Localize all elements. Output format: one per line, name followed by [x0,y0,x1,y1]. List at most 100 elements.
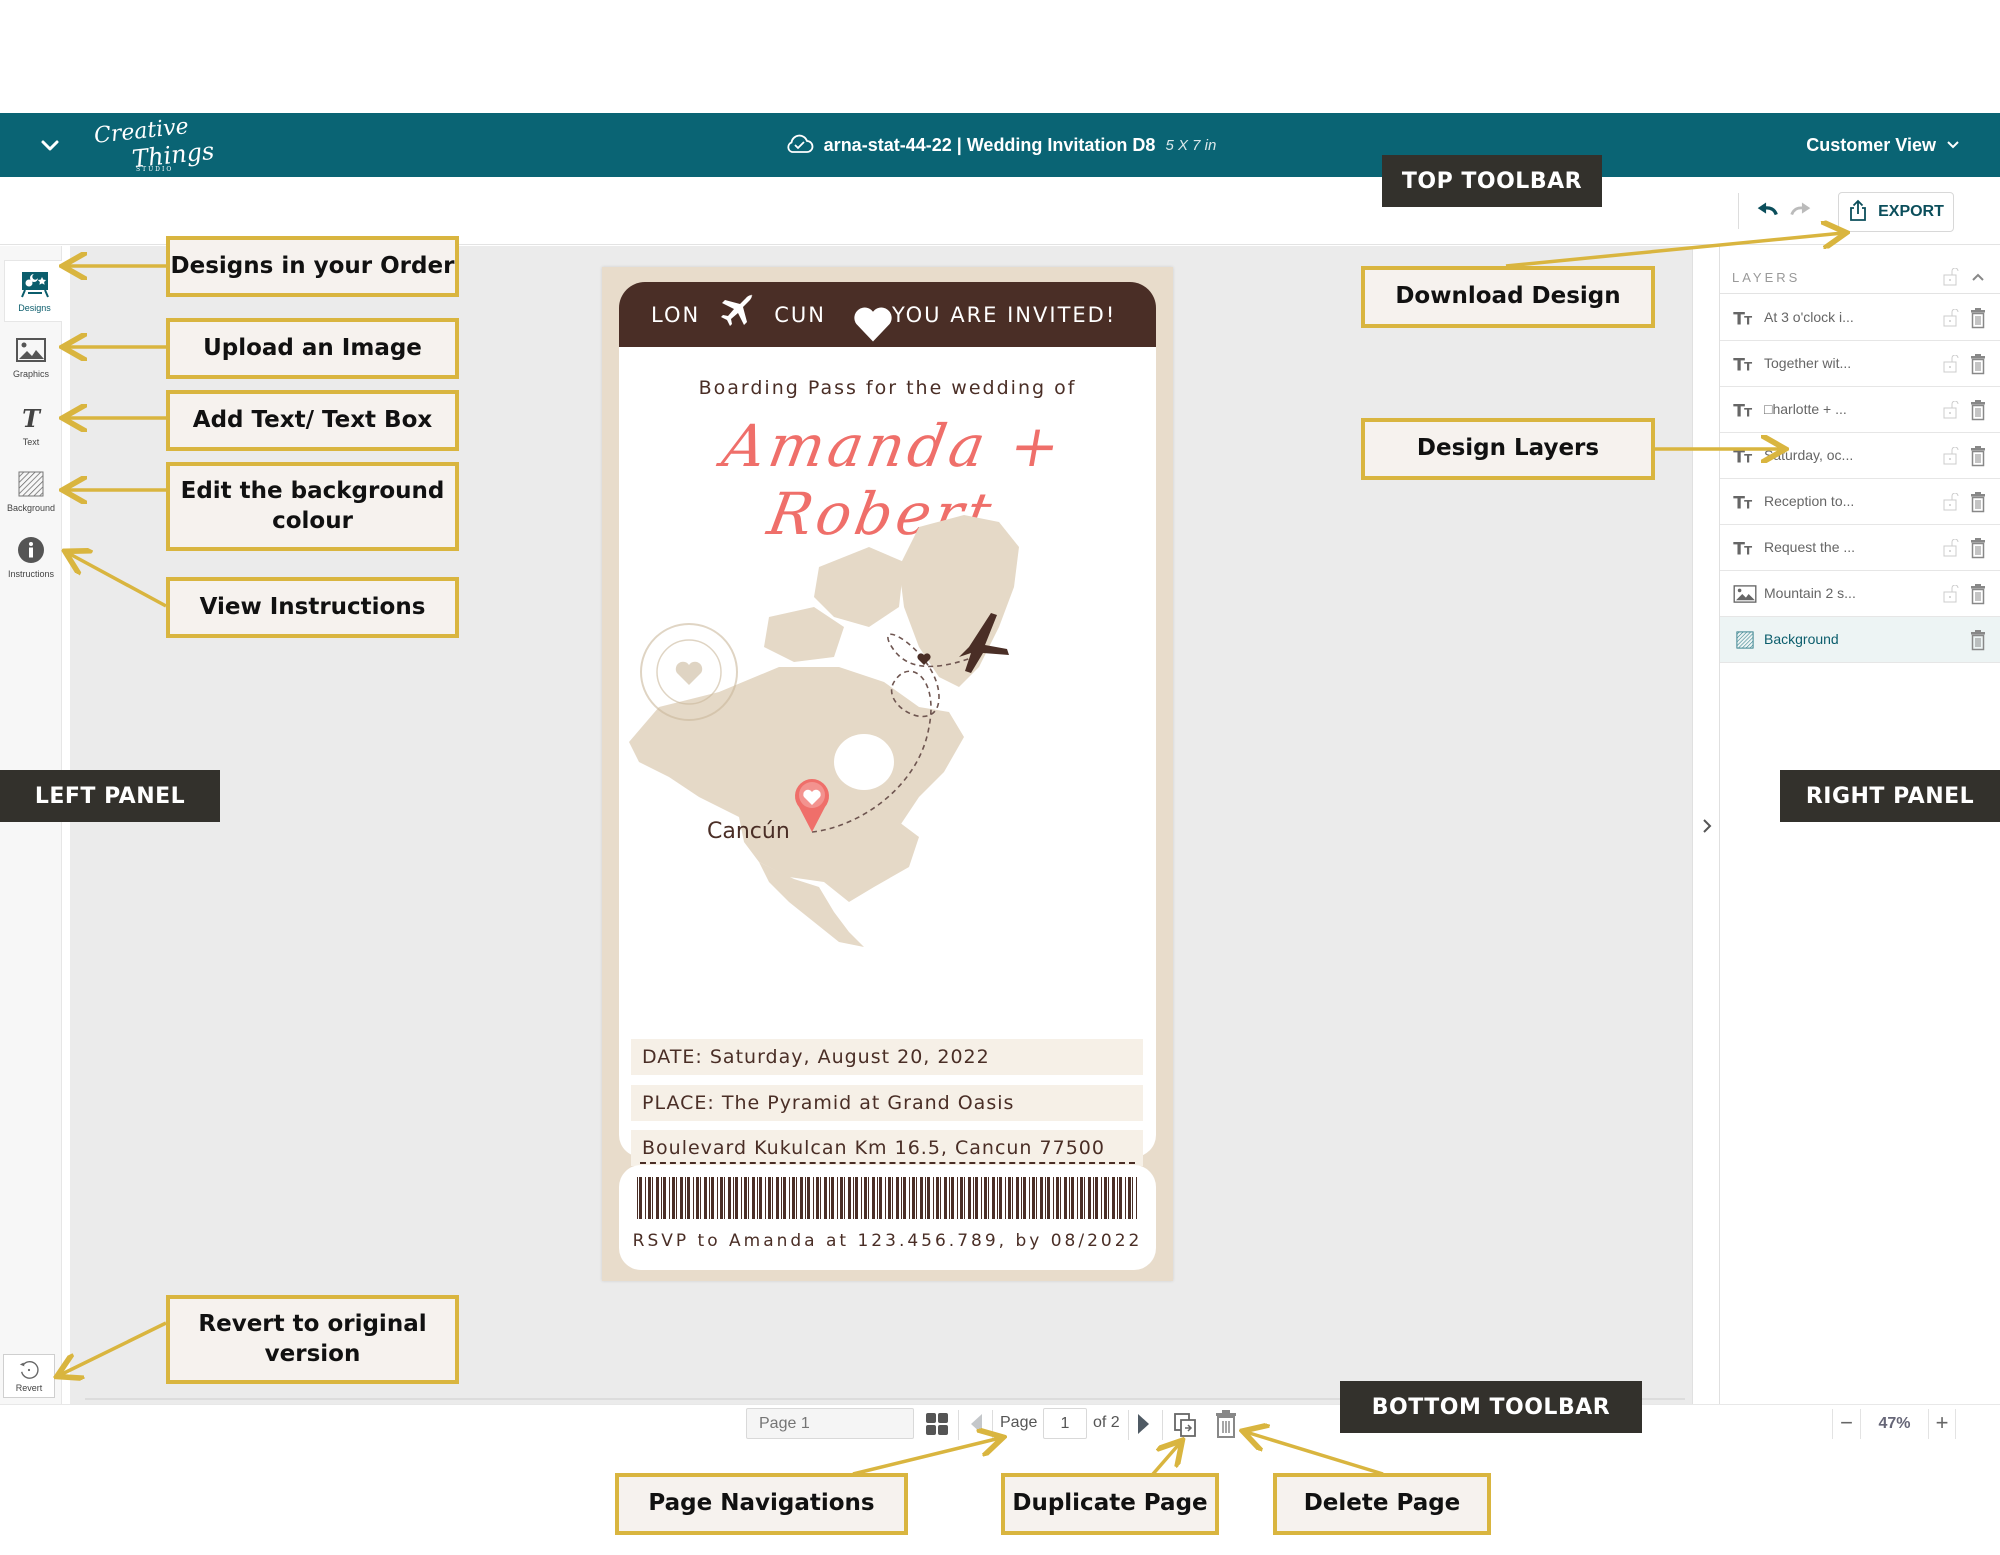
text-layer-icon: TT [1732,446,1758,466]
layer-row[interactable]: T T At 3 o'clock i... [1720,295,2000,341]
redo-button[interactable] [1786,197,1816,225]
barcode-bar [648,1177,651,1219]
barcode-bar [1021,1177,1022,1219]
layer-row[interactable]: T T Saturday, oc... [1720,433,2000,479]
barcode-bar [936,1177,939,1219]
callout-background: Edit the background colour [166,462,459,551]
svg-text:T: T [1744,543,1752,557]
layer-row[interactable]: T T Request the ... [1720,525,2000,571]
unlock-icon[interactable] [1942,446,1960,465]
duplicate-page-icon[interactable] [1172,1411,1198,1439]
info-row-date[interactable]: DATE: Saturday, August 20, 2022 [631,1039,1143,1075]
layer-label: □harlotte + ... [1764,401,1847,417]
sidebar-item-text[interactable]: T Text [4,394,58,456]
unlock-icon[interactable] [1942,584,1960,603]
location-label[interactable]: Cancún [707,819,790,844]
layer-label: Reception to... [1764,493,1855,509]
top-toolbar: EXPORT [0,177,2000,245]
north-america-map[interactable]: Cancún [619,507,1156,957]
trash-icon[interactable] [1970,307,1986,329]
barcode-bar [1128,1177,1131,1219]
document-title-bar: arna-stat-44-22 | Wedding Invitation D8 … [0,113,2000,177]
barcode-bar [855,1177,858,1219]
undo-icon [1754,199,1780,224]
delete-page-icon[interactable] [1214,1409,1238,1439]
barcode-bar [877,1177,878,1219]
background-layer-icon [1732,630,1758,650]
trash-icon[interactable] [1970,399,1986,421]
svg-text:T: T [1744,313,1752,327]
next-page-icon[interactable] [1136,1412,1152,1436]
barcode-bar [944,1177,947,1219]
barcode-bar [1053,1177,1054,1219]
sidebar-item-designs[interactable]: Designs [4,260,64,322]
unlock-icon[interactable] [1942,492,1960,511]
bottom-toolbar: Page of 2 − 47% + [0,1404,2000,1444]
sidebar-item-instructions[interactable]: Instructions [4,526,58,588]
layer-label: Together wit... [1764,355,1852,371]
trash-icon[interactable] [1970,353,1986,375]
barcode-bar [820,1177,821,1219]
page-name-input[interactable] [746,1408,914,1439]
page-grid-icon[interactable] [924,1411,950,1437]
revert-button[interactable]: Revert [3,1354,55,1398]
map-landmass [629,515,1019,947]
barcode-bar [872,1177,875,1219]
boarding-pass-subtitle[interactable]: Boarding Pass for the wedding of [619,377,1156,399]
lock-all-icon[interactable] [1942,267,1960,286]
barcode-bar [879,1177,882,1219]
barcode-bar [663,1177,666,1219]
chevron-up-icon[interactable] [1970,268,1986,286]
trash-icon[interactable] [1970,583,1986,605]
info-row-address[interactable]: Boulevard Kukulcan Km 16.5, Cancun 77500 [631,1130,1143,1166]
trash-icon[interactable] [1970,537,1986,559]
undo-button[interactable] [1752,197,1782,225]
trash-icon[interactable] [1970,445,1986,467]
trash-icon[interactable] [1970,491,1986,513]
barcode-bar [1056,1177,1059,1219]
trash-icon[interactable] [1970,629,1986,651]
invitation-card[interactable]: LON CUN YOU ARE INVITED! Boarding Pass f… [602,267,1173,1281]
layer-row[interactable]: Background [1720,617,2000,663]
barcode-bar [1132,1177,1133,1219]
sidebar-item-graphics[interactable]: Graphics [4,326,58,388]
barcode-bar [1045,1177,1046,1219]
right-panel-toggle[interactable] [1692,246,1720,1404]
zoom-out-button[interactable]: − [1832,1409,1860,1439]
barcode-bar [709,1177,710,1219]
barcode-bar [1060,1177,1061,1219]
barcode-bar [957,1177,958,1219]
sidebar-item-background[interactable]: Background [4,460,58,522]
previous-page-icon[interactable] [968,1412,984,1436]
current-page-input[interactable] [1043,1408,1087,1439]
barcode-bar [829,1177,830,1219]
rsvp-text[interactable]: RSVP to Amanda at 123.456.789, by 08/202… [619,1231,1156,1251]
unlock-icon[interactable] [1942,354,1960,373]
svg-text:T: T [22,404,42,433]
redo-icon [1788,199,1814,224]
zoom-in-button[interactable]: + [1928,1409,1956,1439]
barcode-bar [1032,1177,1035,1219]
layer-row[interactable]: T T □harlotte + ... [1720,387,2000,433]
layer-row[interactable]: T T Reception to... [1720,479,2000,525]
chevron-right-icon [1700,816,1714,836]
layer-row[interactable]: Mountain 2 s... [1720,571,2000,617]
unlock-icon[interactable] [1942,538,1960,557]
unlock-icon[interactable] [1942,308,1960,327]
export-button[interactable]: EXPORT [1838,192,1954,232]
revert-icon [17,1359,41,1383]
layer-row[interactable]: T T Together wit... [1720,341,2000,387]
barcode-bar [973,1177,974,1219]
barcode-bar [696,1177,699,1219]
card-header-band[interactable]: LON CUN YOU ARE INVITED! [619,282,1156,347]
barcode-bar [916,1177,917,1219]
unlock-icon[interactable] [1942,400,1960,419]
barcode-bar [637,1177,638,1219]
text-layer-icon: TT [1732,308,1758,328]
barcode-bar [1064,1177,1067,1219]
barcode-bar [748,1177,749,1219]
barcode-bar [1077,1177,1078,1219]
view-mode-dropdown[interactable]: Customer View [1806,113,1960,177]
info-row-place[interactable]: PLACE: The Pyramid at Grand Oasis [631,1085,1143,1121]
barcode-bar [888,1177,891,1219]
